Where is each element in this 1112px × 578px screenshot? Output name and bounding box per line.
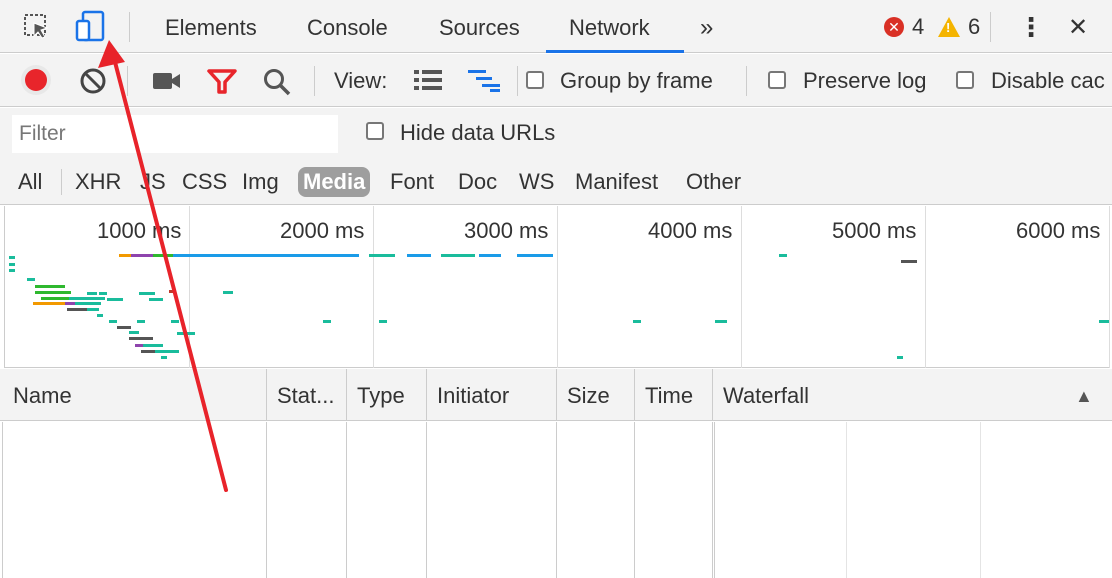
column-header-time[interactable]: Time (636, 369, 712, 421)
toolbar-divider (314, 66, 315, 96)
toolbar-divider (129, 12, 130, 42)
inspect-element-icon[interactable] (20, 10, 54, 44)
record-icon (25, 69, 47, 91)
column-divider (556, 369, 557, 421)
network-toolbar: View: Group by frame Preserve log Disabl… (0, 54, 1112, 107)
search-icon[interactable] (262, 67, 292, 102)
timeline-request-bars (9, 254, 1109, 359)
active-tab-indicator (546, 50, 684, 53)
type-filter-manifest[interactable]: Manifest (575, 167, 658, 197)
type-filter-css[interactable]: CSS (182, 167, 227, 197)
close-icon[interactable]: ✕ (1068, 0, 1088, 53)
column-header-size[interactable]: Size (558, 369, 634, 421)
column-divider (2, 422, 3, 578)
error-icon: ✕ (884, 17, 904, 37)
group-by-frame-label: Group by frame (560, 68, 713, 93)
column-header-type[interactable]: Type (348, 369, 426, 421)
devtools-tab-bar: Elements Console Sources Network » ✕ 4 !… (0, 0, 1112, 53)
column-divider (266, 369, 267, 421)
group-by-frame-checkbox[interactable] (526, 71, 544, 89)
timeline-overview[interactable]: 1000 ms 2000 ms 3000 ms 4000 ms 5000 ms … (4, 206, 1110, 368)
waterfall-gridline (980, 422, 981, 578)
type-filter-xhr[interactable]: XHR (75, 167, 121, 197)
column-divider (266, 422, 267, 578)
type-filter-other[interactable]: Other (686, 167, 741, 197)
column-header-initiator[interactable]: Initiator (428, 369, 556, 421)
errors-badge[interactable]: ✕ 4 (884, 14, 924, 40)
more-tabs-chevron-icon[interactable]: » (700, 0, 713, 53)
tab-sources[interactable]: Sources (439, 0, 520, 53)
filter-icon[interactable] (207, 68, 237, 99)
column-divider (634, 369, 635, 421)
column-divider (712, 369, 713, 421)
errors-count: 4 (912, 14, 925, 39)
column-divider (346, 369, 347, 421)
disable-cache-checkbox[interactable] (956, 71, 974, 89)
preserve-log-checkbox[interactable] (768, 71, 786, 89)
type-filter-doc[interactable]: Doc (458, 167, 497, 197)
column-header-name[interactable]: Name (4, 369, 266, 421)
disable-cache-label: Disable cac (991, 68, 1105, 93)
type-filter-media[interactable]: Media (298, 167, 371, 197)
filter-input[interactable] (12, 115, 338, 153)
waterfall-overview-icon[interactable] (468, 69, 502, 98)
hide-data-urls-checkbox[interactable] (366, 122, 384, 140)
tab-elements[interactable]: Elements (165, 0, 257, 53)
toolbar-divider (517, 66, 518, 96)
view-label: View: (334, 68, 388, 93)
warnings-badge[interactable]: ! 6 (938, 14, 980, 40)
column-divider (556, 422, 557, 578)
column-header-status[interactable]: Stat... (268, 369, 346, 421)
column-divider (346, 422, 347, 578)
clear-icon[interactable] (79, 67, 107, 100)
waterfall-gridline (846, 422, 847, 578)
more-options-icon[interactable]: ⋮ (1018, 0, 1044, 53)
device-toolbar-icon[interactable] (74, 10, 108, 44)
column-divider (426, 422, 427, 578)
column-header-waterfall[interactable]: Waterfall (714, 369, 1014, 421)
column-divider (634, 422, 635, 578)
toolbar-divider (127, 66, 128, 96)
filter-bar: Hide data URLs (0, 108, 1112, 160)
tab-network[interactable]: Network (569, 0, 650, 53)
preserve-log-label: Preserve log (803, 68, 927, 93)
warnings-count: 6 (968, 14, 981, 39)
sort-ascending-icon[interactable]: ▲ (1066, 369, 1106, 421)
requests-table-body (0, 422, 1112, 578)
screenshot-camera-icon[interactable] (152, 71, 182, 96)
tab-console[interactable]: Console (307, 0, 388, 53)
resource-type-filters: All XHR JS CSS Img Media Font Doc WS Man… (0, 160, 1112, 205)
type-divider (61, 169, 62, 195)
type-filter-img[interactable]: Img (242, 167, 279, 197)
requests-table-header: Name Stat... Type Initiator Size Time Wa… (0, 369, 1112, 421)
large-rows-icon[interactable] (414, 69, 442, 96)
warning-icon: ! (938, 17, 960, 37)
hide-data-urls-label: Hide data URLs (400, 120, 556, 145)
type-filter-js[interactable]: JS (140, 167, 166, 197)
column-divider (426, 369, 427, 421)
column-divider (714, 422, 715, 578)
type-filter-all[interactable]: All (18, 167, 42, 197)
toolbar-divider (990, 12, 991, 42)
record-button[interactable] (21, 65, 51, 95)
column-divider (712, 422, 713, 578)
type-filter-font[interactable]: Font (390, 167, 434, 197)
toolbar-divider (746, 66, 747, 96)
type-filter-ws[interactable]: WS (519, 167, 554, 197)
